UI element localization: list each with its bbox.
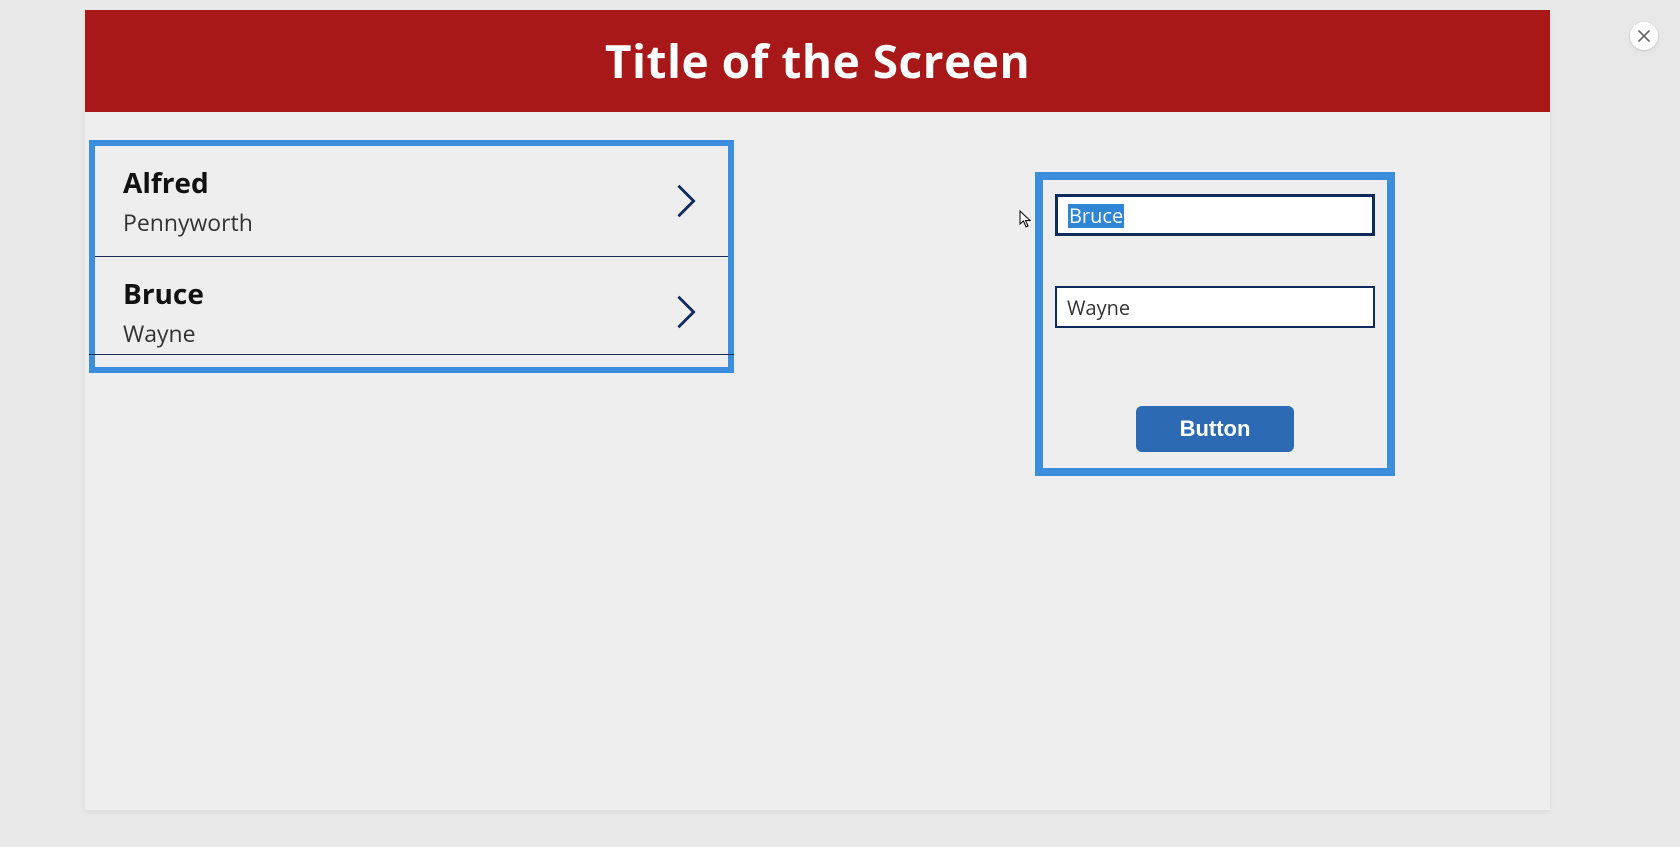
last-name-input[interactable] (1055, 286, 1375, 328)
content-area: Alfred Pennyworth Bruce Wayne (85, 112, 1550, 140)
chevron-right-icon (672, 293, 700, 331)
close-button[interactable] (1630, 22, 1658, 50)
screen-container: Title of the Screen Alfred Pennyworth Br… (85, 10, 1550, 810)
list-item[interactable]: Alfred Pennyworth (95, 146, 728, 256)
submit-button[interactable]: Button (1136, 406, 1295, 452)
first-name-input[interactable] (1055, 194, 1375, 236)
list-item-primary: Bruce (123, 275, 204, 313)
page-title: Title of the Screen (605, 30, 1030, 92)
chevron-right-icon (672, 182, 700, 220)
header-bar: Title of the Screen (85, 10, 1550, 112)
form-panel: Bruce Button (1035, 172, 1395, 476)
field-spacer (1055, 236, 1375, 286)
list-bottom-divider (89, 354, 734, 355)
list-panel: Alfred Pennyworth Bruce Wayne (89, 140, 734, 373)
first-name-field-wrap: Bruce (1055, 194, 1375, 236)
list-item-secondary: Wayne (123, 317, 204, 349)
list-item[interactable]: Bruce Wayne (95, 256, 728, 367)
close-icon (1638, 25, 1650, 47)
list-item-primary: Alfred (123, 164, 253, 202)
list-item-text: Bruce Wayne (123, 275, 204, 349)
list-item-text: Alfred Pennyworth (123, 164, 253, 238)
list-item-secondary: Pennyworth (123, 206, 253, 238)
